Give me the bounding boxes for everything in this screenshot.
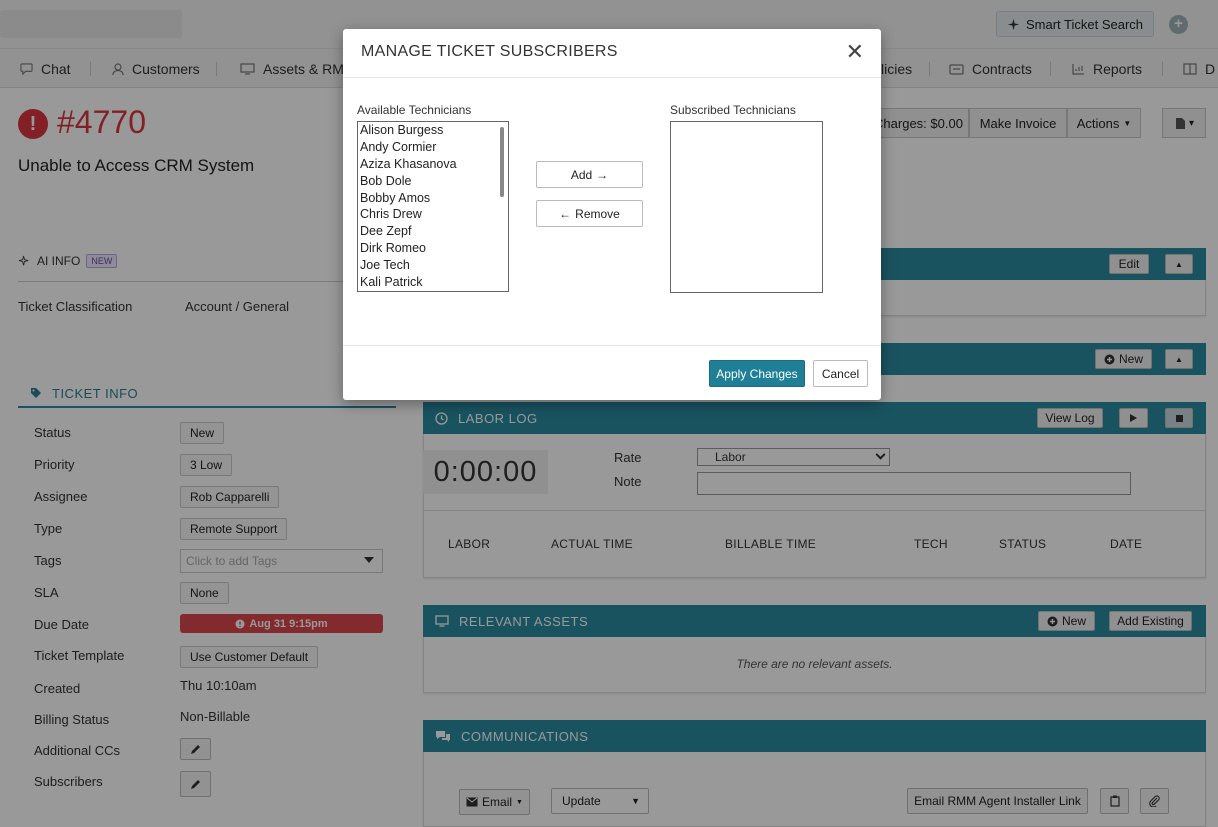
- cancel-button[interactable]: Cancel: [813, 360, 868, 387]
- scrollbar-thumb[interactable]: [500, 127, 504, 197]
- manage-subscribers-modal: MANAGE TICKET SUBSCRIBERS ✕ Available Te…: [343, 29, 881, 400]
- remove-button[interactable]: ← Remove: [536, 200, 643, 227]
- list-item[interactable]: Dee Zepf: [358, 223, 508, 240]
- available-technicians-label: Available Technicians: [357, 103, 472, 117]
- subscribed-technicians-list[interactable]: [670, 121, 823, 293]
- arrow-right-icon: →: [596, 167, 609, 182]
- arrow-left-icon: ←: [559, 206, 572, 221]
- close-icon[interactable]: ✕: [846, 41, 864, 63]
- list-item[interactable]: Bob Dole: [358, 173, 508, 190]
- list-item[interactable]: Alison Burgess: [358, 122, 508, 139]
- modal-title: MANAGE TICKET SUBSCRIBERS: [361, 43, 618, 60]
- list-item[interactable]: Dirk Romeo: [358, 240, 508, 257]
- list-item[interactable]: Aziza Khasanova: [358, 156, 508, 173]
- divider: [343, 345, 881, 346]
- add-label: Add: [570, 167, 593, 182]
- list-item[interactable]: Kali Patrick: [358, 274, 508, 291]
- divider: [343, 77, 881, 78]
- available-technicians-list[interactable]: Alison Burgess Andy Cormier Aziza Khasan…: [357, 121, 509, 292]
- remove-label: Remove: [575, 206, 620, 221]
- list-item[interactable]: Chris Drew: [358, 206, 508, 223]
- list-item[interactable]: Andy Cormier: [358, 139, 508, 156]
- add-button[interactable]: Add →: [536, 161, 643, 188]
- apply-changes-button[interactable]: Apply Changes: [709, 360, 805, 387]
- list-item[interactable]: Joe Tech: [358, 257, 508, 274]
- list-item[interactable]: Bobby Amos: [358, 190, 508, 207]
- subscribed-technicians-label: Subscribed Technicians: [670, 103, 796, 117]
